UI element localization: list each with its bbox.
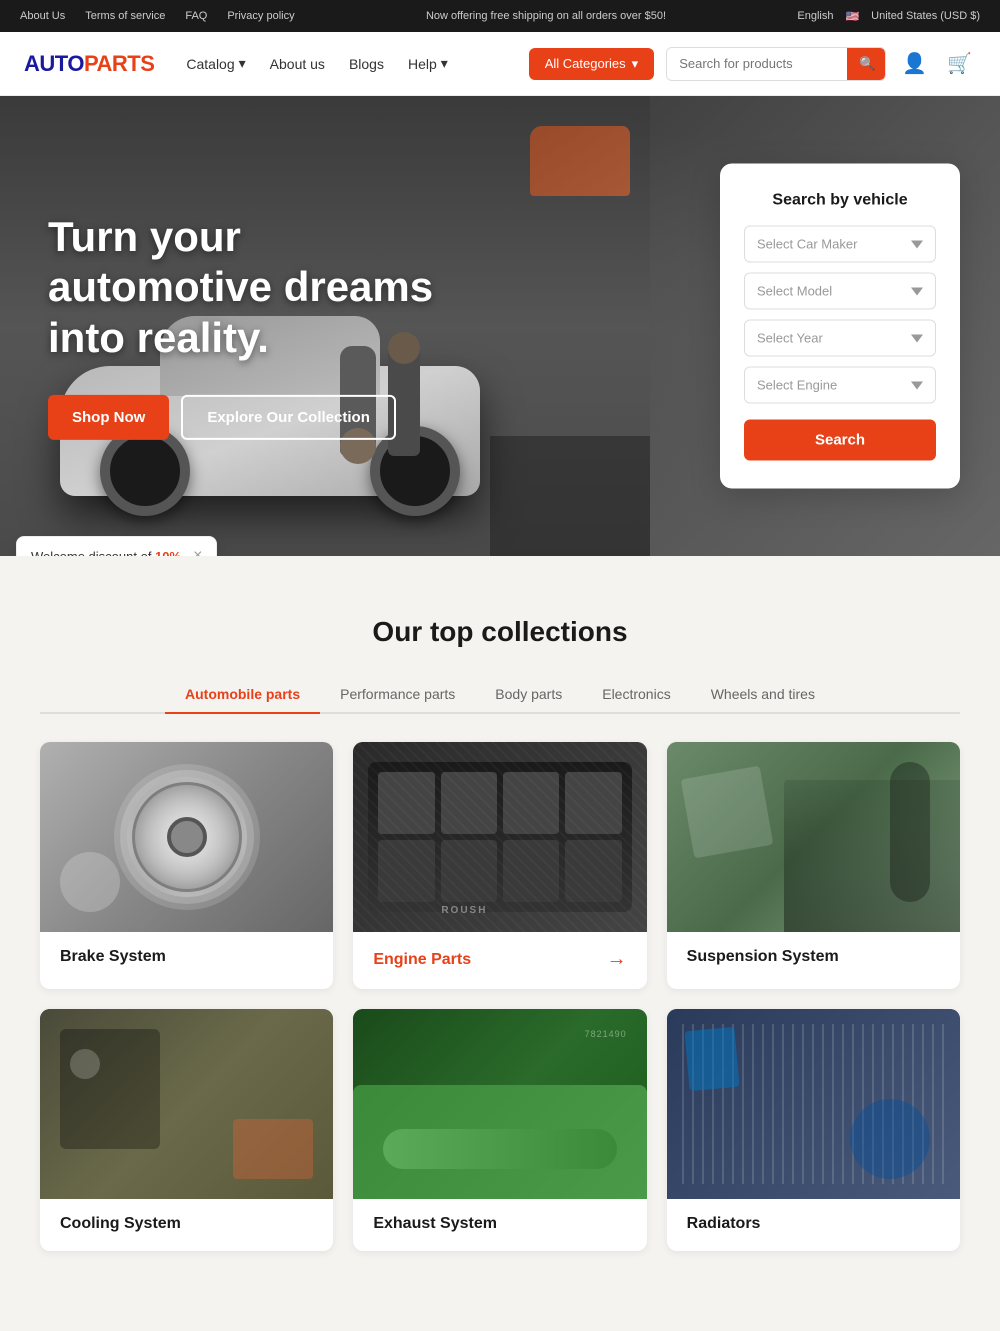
nav-catalog[interactable]: Catalog ▾ — [186, 55, 245, 72]
chevron-down-icon: ▾ — [441, 55, 448, 72]
discount-badge: Welcome discount of 10% × — [16, 536, 217, 556]
language-selector[interactable]: English — [797, 10, 833, 22]
nav-blogs[interactable]: Blogs — [349, 56, 384, 72]
hero-content: Turn your automotive dreams into reality… — [48, 212, 468, 440]
cart-button[interactable]: 🛒 — [943, 47, 976, 80]
topbar-privacy[interactable]: Privacy policy — [227, 10, 294, 22]
suspension-card-body: Suspension System — [667, 932, 960, 984]
header: AUTOPARTS Catalog ▾ About us Blogs Help … — [0, 32, 1000, 96]
main-nav: Catalog ▾ About us Blogs Help ▾ — [186, 55, 528, 72]
nav-help[interactable]: Help ▾ — [408, 55, 448, 72]
explore-collection-button[interactable]: Explore Our Collection — [181, 395, 396, 440]
discount-text: Welcome discount of 10% — [31, 549, 181, 557]
car-engine-select[interactable]: Select Engine — [744, 367, 936, 404]
hero-buttons: Shop Now Explore Our Collection — [48, 395, 468, 440]
account-button[interactable]: 👤 — [898, 47, 931, 80]
search-input[interactable] — [667, 48, 847, 79]
card-brake-system[interactable]: Brake System — [40, 742, 333, 989]
radiators-title: Radiators — [687, 1215, 761, 1233]
topbar: About Us Terms of service FAQ Privacy po… — [0, 0, 1000, 32]
logo[interactable]: AUTOPARTS — [24, 51, 154, 77]
flag-icon: 🇺🇸 — [845, 10, 859, 23]
radiators-image — [667, 1009, 960, 1199]
brake-system-title: Brake System — [60, 948, 166, 966]
search-bar: 🔍 — [666, 47, 886, 81]
cart-icon: 🛒 — [947, 53, 972, 75]
vehicle-search-button[interactable]: Search — [744, 420, 936, 461]
car-maker-select[interactable]: Select Car Maker — [744, 226, 936, 263]
tab-electronics[interactable]: Electronics — [582, 676, 690, 714]
discount-close-button[interactable]: × — [193, 547, 202, 556]
engine-parts-image: ROUSH — [353, 742, 646, 932]
card-suspension-system[interactable]: Suspension System — [667, 742, 960, 989]
cooling-system-title: Cooling System — [60, 1215, 181, 1233]
collections-title: Our top collections — [40, 616, 960, 648]
topbar-links: About Us Terms of service FAQ Privacy po… — [20, 10, 295, 22]
topbar-promo: Now offering free shipping on all orders… — [426, 10, 666, 22]
suspension-image — [667, 742, 960, 932]
hero-section: Turn your automotive dreams into reality… — [0, 96, 1000, 556]
vehicle-search-widget: Search by vehicle Select Car Maker Selec… — [720, 164, 960, 489]
cooling-card-body: Cooling System — [40, 1199, 333, 1251]
collection-tabs: Automobile parts Performance parts Body … — [40, 676, 960, 714]
search-submit-button[interactable]: 🔍 — [847, 48, 886, 80]
tab-body-parts[interactable]: Body parts — [475, 676, 582, 714]
search-icon: 🔍 — [859, 56, 876, 71]
tab-performance-parts[interactable]: Performance parts — [320, 676, 475, 714]
brake-card-body: Brake System — [40, 932, 333, 984]
car-year-select[interactable]: Select Year — [744, 320, 936, 357]
card-engine-parts[interactable]: ROUSH Engine Parts → — [353, 742, 646, 989]
chevron-down-icon: ▾ — [239, 55, 246, 72]
vehicle-search-title: Search by vehicle — [744, 192, 936, 210]
suspension-system-title: Suspension System — [687, 948, 839, 966]
radiators-card-body: Radiators — [667, 1199, 960, 1251]
hero-title: Turn your automotive dreams into reality… — [48, 212, 468, 363]
engine-parts-title: Engine Parts — [373, 951, 471, 969]
exhaust-system-title: Exhaust System — [373, 1215, 497, 1233]
collections-grid: Brake System ROUSH Engine — [40, 742, 960, 1251]
topbar-faq[interactable]: FAQ — [185, 10, 207, 22]
topbar-region: English 🇺🇸 United States (USD $) — [797, 10, 980, 23]
discount-percent: 10% — [155, 549, 181, 557]
collections-section: Our top collections Automobile parts Per… — [0, 556, 1000, 1291]
brake-system-image — [40, 742, 333, 932]
shop-now-button[interactable]: Shop Now — [48, 395, 169, 440]
categories-button[interactable]: All Categories ▾ — [529, 48, 654, 80]
user-icon: 👤 — [902, 53, 927, 75]
exhaust-card-body: Exhaust System — [353, 1199, 646, 1251]
tab-automobile-parts[interactable]: Automobile parts — [165, 676, 320, 714]
region-selector[interactable]: United States (USD $) — [871, 10, 980, 22]
topbar-about[interactable]: About Us — [20, 10, 65, 22]
card-exhaust-system[interactable]: 7821490 Exhaust System — [353, 1009, 646, 1251]
logo-auto: AUTO — [24, 51, 84, 77]
logo-parts: PARTS — [84, 51, 154, 77]
engine-parts-arrow: → — [607, 948, 627, 971]
header-right: All Categories ▾ 🔍 👤 🛒 — [529, 47, 976, 81]
engine-card-body: Engine Parts → — [353, 932, 646, 989]
card-cooling-system[interactable]: Cooling System — [40, 1009, 333, 1251]
exhaust-image: 7821490 — [353, 1009, 646, 1199]
chevron-down-icon: ▾ — [632, 56, 639, 72]
card-radiators[interactable]: Radiators — [667, 1009, 960, 1251]
car-model-select[interactable]: Select Model — [744, 273, 936, 310]
tab-wheels-tires[interactable]: Wheels and tires — [691, 676, 835, 714]
topbar-tos[interactable]: Terms of service — [85, 10, 165, 22]
page-bottom — [0, 1291, 1000, 1331]
nav-about[interactable]: About us — [270, 56, 325, 72]
cooling-image — [40, 1009, 333, 1199]
